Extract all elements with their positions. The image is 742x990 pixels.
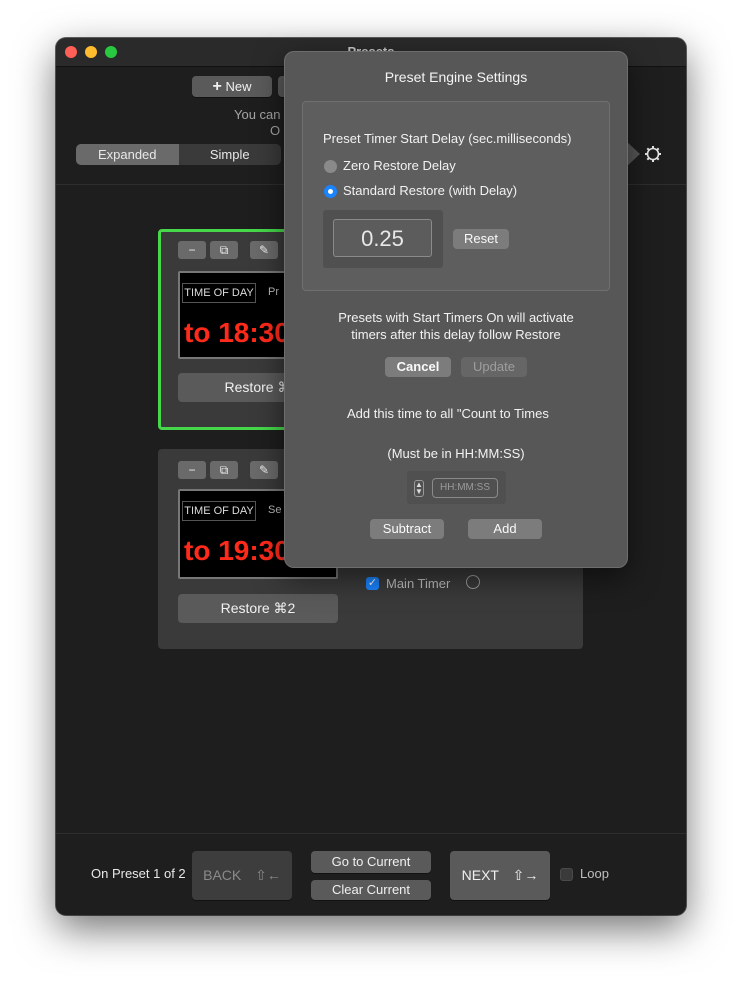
- update-button[interactable]: Update: [461, 357, 527, 377]
- navigation-footer: On Preset 1 of 2 BACK ⇧← Go to Current C…: [56, 833, 686, 915]
- delay-settings-group: Preset Timer Start Delay (sec.millisecon…: [302, 101, 610, 291]
- standard-delay-label[interactable]: Standard Restore (with Delay): [343, 183, 517, 198]
- info-line-1: Presets with Start Timers On will activa…: [338, 310, 574, 325]
- zero-delay-label[interactable]: Zero Restore Delay: [343, 158, 456, 173]
- preset-card-1[interactable]: − ⧉ ✎ TIME OF DAY Pr to 18:30 Restore ⌘: [158, 229, 298, 430]
- add-time-text: Add this time to all "Count to Times: [347, 406, 549, 421]
- add-button[interactable]: Add: [468, 519, 542, 539]
- loop-label: Loop: [580, 866, 609, 881]
- back-button[interactable]: BACK ⇧←: [192, 851, 292, 900]
- delay-field-well: 0.25: [323, 210, 443, 268]
- next-shortcut: ⇧→: [512, 867, 539, 883]
- edit-icon[interactable]: ✎: [250, 461, 278, 479]
- new-preset-button[interactable]: + New: [192, 76, 272, 97]
- popover-arrow: [626, 141, 640, 167]
- edit-icon[interactable]: ✎: [250, 241, 278, 259]
- cancel-button[interactable]: Cancel: [385, 357, 451, 377]
- clear-current-button[interactable]: Clear Current: [311, 880, 431, 900]
- reset-button[interactable]: Reset: [453, 229, 509, 249]
- delay-input[interactable]: 0.25: [333, 219, 432, 257]
- back-shortcut: ⇧←: [255, 867, 281, 883]
- time-input-placeholder: HH:MM:SS: [440, 482, 490, 493]
- duplicate-icon[interactable]: ⧉: [210, 461, 238, 479]
- display-label: TIME OF DAY: [182, 283, 256, 303]
- new-label: New: [225, 79, 252, 94]
- go-to-current-button[interactable]: Go to Current: [311, 851, 431, 873]
- info-text-line1: You can: [234, 107, 281, 122]
- subtract-button[interactable]: Subtract: [370, 519, 444, 539]
- preset-time: to 19:30: [184, 535, 290, 566]
- display-label: TIME OF DAY: [182, 501, 256, 521]
- preset-engine-settings-popover: Preset Engine Settings Preset Timer Star…: [284, 51, 628, 568]
- preset-time: to 18:30: [184, 317, 290, 348]
- tab-expanded[interactable]: Expanded: [76, 144, 179, 165]
- restore-button-2[interactable]: Restore ⌘2: [178, 594, 338, 623]
- preset-display-1: TIME OF DAY Pr to 18:30: [178, 271, 295, 359]
- time-field-well: ▲ ▼ HH:MM:SS: [407, 471, 506, 504]
- info-line-2: timers after this delay follow Restore: [351, 327, 561, 342]
- delay-heading: Preset Timer Start Delay (sec.millisecon…: [323, 131, 572, 146]
- main-timer-label: Main Timer: [386, 576, 451, 591]
- minus-icon[interactable]: −: [178, 241, 206, 259]
- minus-icon[interactable]: −: [178, 461, 206, 479]
- time-input[interactable]: HH:MM:SS: [432, 478, 498, 498]
- display-extra: Pr: [268, 286, 279, 298]
- standard-delay-radio[interactable]: [324, 185, 337, 198]
- zero-delay-radio[interactable]: [324, 160, 337, 173]
- format-hint: (Must be in HH:MM:SS): [387, 446, 525, 461]
- view-mode-segmented-control: Expanded Simple: [76, 144, 281, 165]
- tab-simple[interactable]: Simple: [179, 144, 282, 165]
- next-label: NEXT: [461, 867, 499, 883]
- popover-title: Preset Engine Settings: [384, 69, 528, 85]
- plus-icon: +: [212, 78, 222, 95]
- loop-checkbox[interactable]: [560, 868, 573, 881]
- display-extra: Se: [268, 504, 282, 516]
- gear-icon[interactable]: [644, 145, 662, 163]
- next-button[interactable]: NEXT ⇧→: [450, 851, 550, 900]
- info-text-line2: O: [270, 123, 281, 138]
- back-label: BACK: [203, 867, 242, 883]
- stepper-icon[interactable]: ▲ ▼: [414, 480, 424, 497]
- duplicate-icon[interactable]: ⧉: [210, 241, 238, 259]
- restore-button-1[interactable]: Restore ⌘: [178, 373, 295, 402]
- preset-status: On Preset 1 of 2: [91, 866, 186, 881]
- clock-icon: [466, 575, 480, 589]
- main-timer-checkbox[interactable]: ✓: [366, 577, 379, 590]
